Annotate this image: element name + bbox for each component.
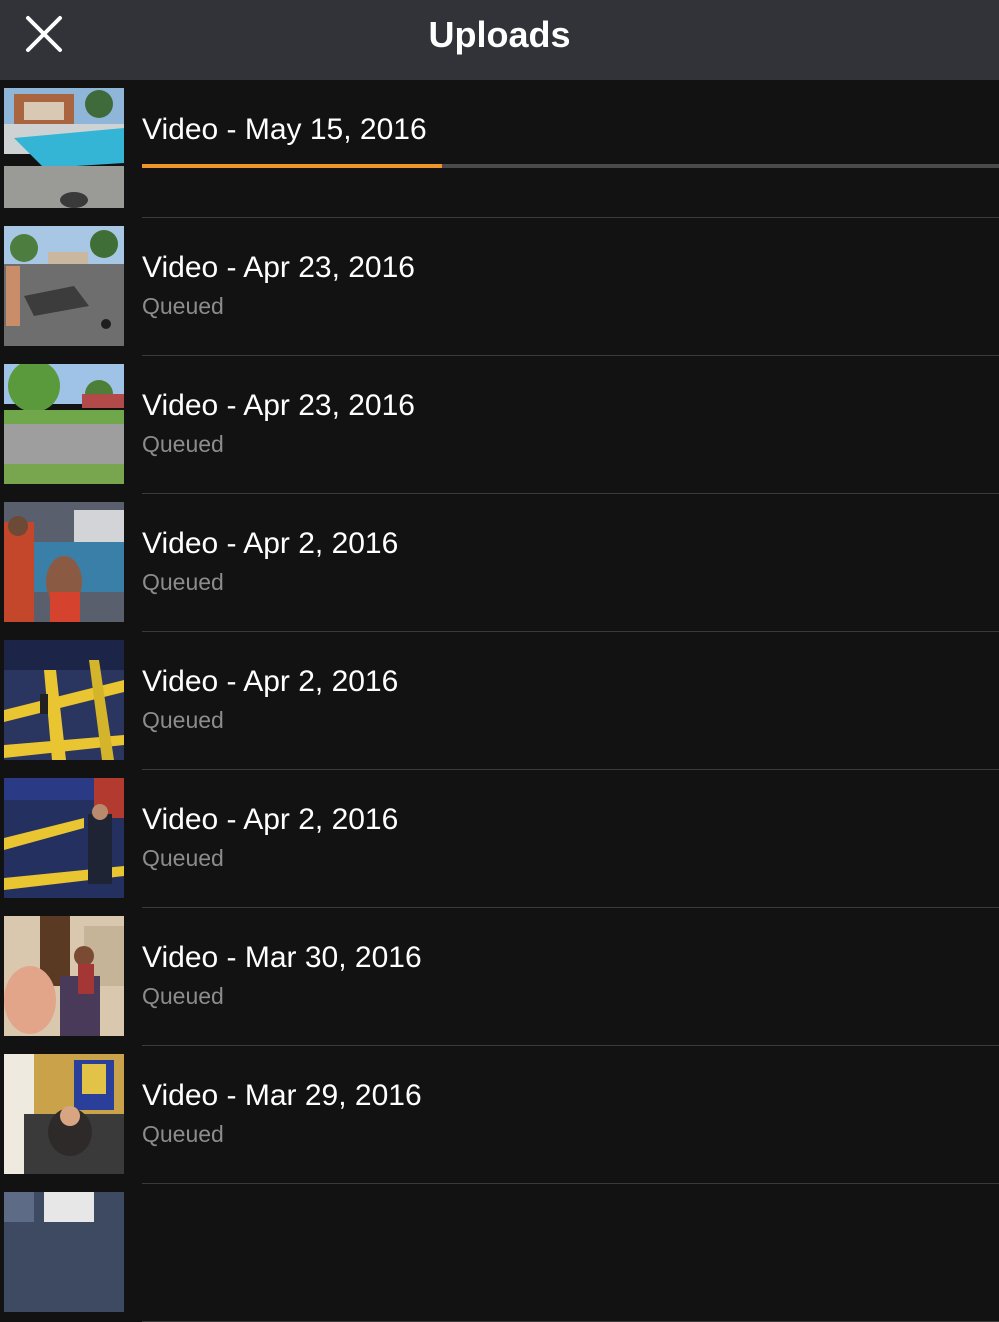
upload-status: Queued — [142, 431, 224, 457]
video-thumbnail — [4, 916, 124, 1036]
upload-title: Video - Apr 23, 2016 — [142, 251, 415, 284]
upload-title: Video - Apr 2, 2016 — [142, 527, 399, 560]
upload-row[interactable]: Video - Apr 23, 2016 Queued — [0, 356, 999, 494]
page-title: Uploads — [428, 14, 571, 55]
upload-row[interactable]: Video - Apr 2, 2016 Queued — [0, 770, 999, 908]
upload-progress-fill — [142, 164, 442, 168]
upload-title: Video - Apr 2, 2016 — [142, 665, 399, 698]
video-thumbnail — [4, 1192, 124, 1312]
upload-row[interactable] — [0, 1184, 999, 1322]
upload-status: Queued — [142, 707, 224, 733]
upload-row[interactable]: Video - Mar 29, 2016 Queued — [0, 1046, 999, 1184]
upload-title: Video - Mar 29, 2016 — [142, 1079, 422, 1112]
upload-title: Video - Apr 23, 2016 — [142, 389, 415, 422]
nav-bar: Uploads — [0, 0, 999, 80]
upload-row[interactable]: Video - May 15, 2016 — [0, 80, 999, 218]
upload-status: Queued — [142, 293, 224, 319]
upload-title: Video - Mar 30, 2016 — [142, 941, 422, 974]
upload-status: Queued — [142, 569, 224, 595]
video-thumbnail — [4, 778, 124, 898]
video-thumbnail — [4, 640, 124, 760]
upload-list: Video - May 15, 2016 Video - Apr 23, 201… — [0, 80, 999, 1322]
video-thumbnail — [4, 364, 124, 484]
video-thumbnail — [4, 502, 124, 622]
upload-row[interactable]: Video - Apr 2, 2016 Queued — [0, 632, 999, 770]
video-thumbnail — [4, 1054, 124, 1174]
upload-progress-bar — [142, 164, 999, 168]
upload-status: Queued — [142, 983, 224, 1009]
upload-title: Video - May 15, 2016 — [142, 113, 427, 146]
upload-status: Queued — [142, 845, 224, 871]
upload-title: Video - Apr 2, 2016 — [142, 803, 399, 836]
upload-row[interactable]: Video - Mar 30, 2016 Queued — [0, 908, 999, 1046]
video-thumbnail — [4, 226, 124, 346]
upload-row[interactable]: Video - Apr 23, 2016 Queued — [0, 218, 999, 356]
video-thumbnail — [4, 88, 124, 208]
upload-status: Queued — [142, 1121, 224, 1147]
upload-row[interactable]: Video - Apr 2, 2016 Queued — [0, 494, 999, 632]
